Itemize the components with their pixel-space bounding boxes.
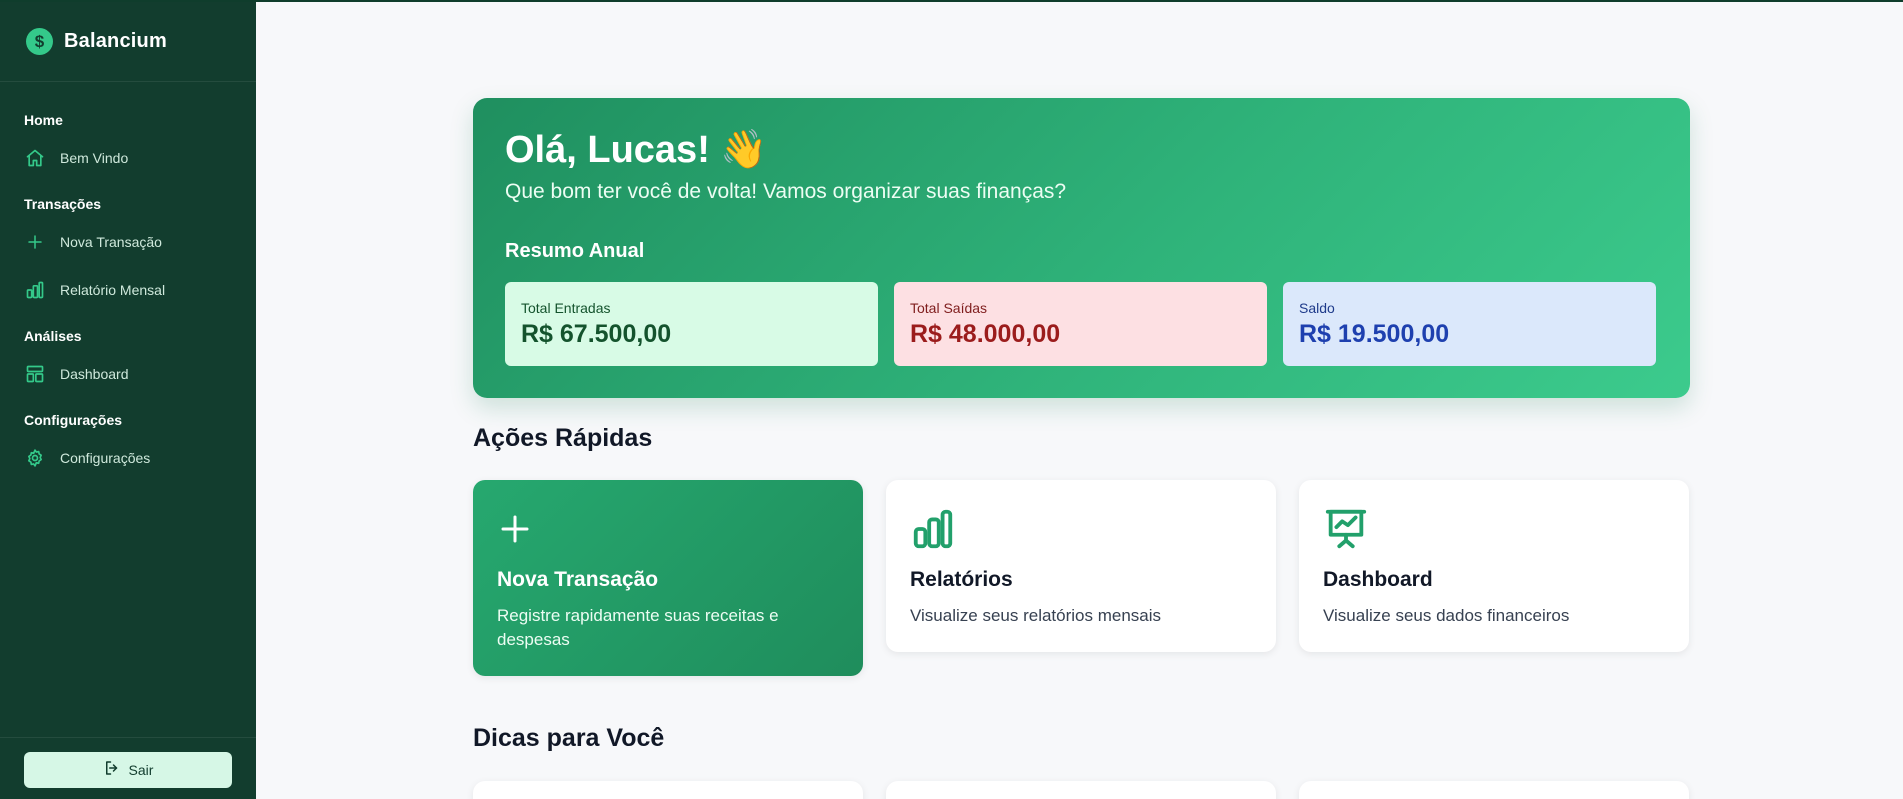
sidebar-item-nova-transacao[interactable]: Nova Transação bbox=[0, 228, 256, 256]
sidebar: $ Balancium Home Bem Vindo Transações No… bbox=[0, 2, 256, 799]
balance-card: Saldo R$ 19.500,00 bbox=[1283, 282, 1656, 366]
action-card-title: Dashboard bbox=[1323, 568, 1433, 591]
action-card-description: Visualize seus dados financeiros bbox=[1323, 606, 1570, 625]
annual-summary-title: Resumo Anual bbox=[505, 240, 645, 262]
sidebar-item-label: Configurações bbox=[60, 450, 151, 466]
sidebar-item-bem-vindo[interactable]: Bem Vindo bbox=[0, 144, 256, 172]
new-transaction-card[interactable]: Nova Transação Registre rapidamente suas… bbox=[473, 480, 863, 676]
presentation-chart-icon bbox=[1323, 506, 1665, 552]
logout-button[interactable]: Sair bbox=[24, 751, 232, 788]
logout-label: Sair bbox=[128, 761, 154, 778]
app-name: Balancium bbox=[64, 30, 167, 52]
greeting-subtitle: Que bom ter você de volta! Vamos organiz… bbox=[505, 180, 1067, 203]
brand[interactable]: $ Balancium bbox=[0, 2, 256, 82]
main-content: Olá, Lucas! 👋 Que bom ter você de volta!… bbox=[256, 2, 1903, 799]
dashboard-card[interactable]: Dashboard Visualize seus dados financeir… bbox=[1299, 480, 1689, 652]
total-expenses-label: Total Saídas bbox=[910, 300, 988, 316]
nav-section-title: Transações bbox=[24, 196, 102, 212]
plus-icon bbox=[497, 506, 839, 552]
sidebar-item-label: Nova Transação bbox=[60, 234, 162, 250]
nav-section-transacoes: Transações Nova Transação Relatório Mens… bbox=[0, 192, 256, 304]
balance-label: Saldo bbox=[1299, 300, 1335, 316]
action-card-description: Visualize seus relatórios mensais bbox=[910, 606, 1162, 625]
sidebar-item-label: Bem Vindo bbox=[60, 150, 129, 166]
plus-icon bbox=[24, 231, 46, 253]
action-card-description: Registre rapidamente suas receitas e des… bbox=[497, 606, 779, 649]
welcome-banner: Olá, Lucas! 👋 Que bom ter você de volta!… bbox=[473, 98, 1690, 398]
home-icon bbox=[24, 147, 46, 169]
total-income-label: Total Entradas bbox=[521, 300, 611, 316]
total-income-value: R$ 67.500,00 bbox=[521, 320, 672, 348]
nav-section-title: Análises bbox=[24, 328, 82, 344]
total-expenses-value: R$ 48.000,00 bbox=[910, 320, 1061, 348]
sidebar-item-relatorio-mensal[interactable]: Relatório Mensal bbox=[0, 276, 256, 304]
logout-icon bbox=[103, 759, 121, 780]
balance-value: R$ 19.500,00 bbox=[1299, 320, 1450, 348]
reports-card[interactable]: Relatórios Visualize seus relatórios men… bbox=[886, 480, 1276, 652]
tip-card bbox=[886, 781, 1276, 799]
nav-section-analises: Análises Dashboard bbox=[0, 324, 256, 388]
greeting-title: Olá, Lucas! 👋 bbox=[505, 129, 768, 171]
tip-card bbox=[1299, 781, 1689, 799]
total-income-card: Total Entradas R$ 67.500,00 bbox=[505, 282, 878, 366]
action-card-title: Nova Transação bbox=[497, 568, 659, 591]
tip-card bbox=[473, 781, 863, 799]
sidebar-nav: Home Bem Vindo Transações Nova Transação bbox=[0, 82, 256, 472]
bar-chart-icon bbox=[910, 506, 1252, 552]
layout-icon bbox=[24, 363, 46, 385]
sidebar-item-label: Dashboard bbox=[60, 366, 129, 382]
nav-section-home: Home Bem Vindo bbox=[0, 108, 256, 172]
sidebar-item-dashboard[interactable]: Dashboard bbox=[0, 360, 256, 388]
sidebar-item-label: Relatório Mensal bbox=[60, 282, 166, 298]
nav-section-title: Home bbox=[24, 112, 63, 128]
nav-section-title: Configurações bbox=[24, 412, 123, 428]
total-expenses-card: Total Saídas R$ 48.000,00 bbox=[894, 282, 1267, 366]
gear-icon bbox=[24, 447, 46, 469]
sidebar-item-configuracoes[interactable]: Configurações bbox=[0, 444, 256, 472]
bar-chart-icon bbox=[24, 279, 46, 301]
action-card-title: Relatórios bbox=[910, 568, 1013, 591]
dollar-logo-icon: $ bbox=[26, 28, 53, 55]
quick-actions-title: Ações Rápidas bbox=[473, 424, 653, 452]
sidebar-footer: Sair bbox=[0, 737, 256, 799]
tips-title: Dicas para Você bbox=[473, 724, 665, 752]
nav-section-configuracoes: Configurações Configurações bbox=[0, 408, 256, 472]
